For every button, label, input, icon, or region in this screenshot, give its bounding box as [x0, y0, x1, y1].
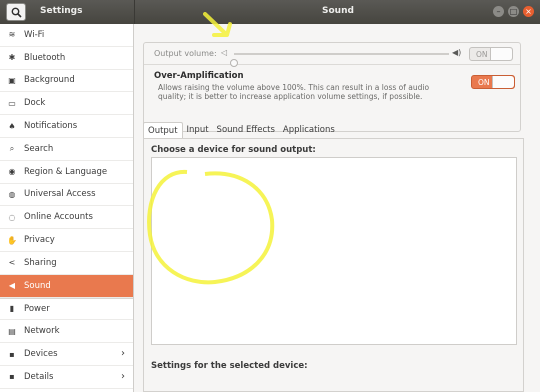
- over-amplification-toggle[interactable]: ON: [471, 75, 515, 89]
- output-tab-content: Choose a device for sound output: Settin…: [143, 138, 524, 392]
- sidebar-item-label: Search: [24, 143, 54, 154]
- sidebar-item-label: Sound: [24, 280, 51, 291]
- dock-icon: ▭: [8, 98, 16, 108]
- toggle-thumb: [490, 48, 512, 60]
- speaker-icon: ◀: [8, 281, 16, 291]
- sidebar-item-privacy[interactable]: ✋ Privacy: [0, 229, 133, 252]
- minimize-button[interactable]: –: [493, 6, 504, 17]
- over-amplification-description: Allows raising the volume above 100%. Th…: [158, 83, 430, 101]
- network-icon: ▤: [8, 326, 16, 336]
- sidebar-item-label: Online Accounts: [24, 212, 93, 223]
- output-volume-row: Output volume: ◁ ◀) ON: [144, 43, 520, 67]
- sidebar-item-sharing[interactable]: < Sharing: [0, 252, 133, 275]
- sidebar-item-dock[interactable]: ▭ Dock: [0, 92, 133, 116]
- sidebar: ≋ Wi-Fi ✱ Bluetooth ▣ Background ▭ Dock ♠ Notific…: [0, 24, 134, 392]
- background-icon: ▣: [8, 75, 16, 85]
- sidebar-item-label: Region & Language: [24, 166, 108, 177]
- sidebar-item-label: Bluetooth: [24, 52, 66, 63]
- universal-access-icon: ◍: [8, 189, 16, 199]
- output-device-list[interactable]: [151, 157, 517, 345]
- sidebar-item-label: Devices: [24, 349, 58, 360]
- sidebar-item-notifications[interactable]: ♠ Notifications: [0, 115, 133, 138]
- sidebar-item-details[interactable]: ▪ Details ›: [0, 366, 133, 389]
- output-mute-toggle[interactable]: ON: [469, 47, 513, 61]
- titlebar-divider: [134, 0, 135, 24]
- privacy-icon: ✋: [7, 235, 17, 245]
- volume-slider-handle[interactable]: [230, 59, 238, 67]
- sidebar-item-label: Wi-Fi: [24, 29, 45, 40]
- volume-panel: Output volume: ◁ ◀) ON Over-Amplificatio…: [143, 42, 521, 132]
- sidebar-item-devices[interactable]: ▪ Devices ›: [0, 343, 133, 366]
- wifi-icon: ≋: [8, 30, 16, 40]
- sidebar-item-label: Notifications: [24, 121, 78, 132]
- choose-device-label: Choose a device for sound output:: [151, 145, 316, 155]
- power-icon: ▮: [9, 304, 15, 314]
- tab-sound-effects[interactable]: Sound Effects: [213, 122, 279, 138]
- sound-panel: Output volume: ◁ ◀) ON Over-Amplificatio…: [135, 24, 540, 392]
- sidebar-item-universal-access[interactable]: ◍ Universal Access: [0, 184, 133, 207]
- sidebar-item-label: Network: [24, 326, 60, 337]
- chevron-right-icon: ›: [121, 370, 125, 382]
- sidebar-item-label: Power: [24, 303, 50, 314]
- sidebar-item-wi-fi[interactable]: ≋ Wi-Fi: [0, 24, 133, 47]
- camera-icon: ◉: [8, 167, 16, 177]
- sidebar-item-label: Sharing: [24, 257, 57, 268]
- details-icon: ▪: [9, 372, 15, 382]
- volume-high-icon: ◀): [452, 48, 462, 57]
- sidebar-item-sound[interactable]: ◀ Sound: [0, 274, 133, 298]
- title-bar: Settings Sound – □ ×: [0, 0, 540, 24]
- sidebar-item-background[interactable]: ▣ Background: [0, 70, 133, 93]
- sound-tabs: Output Input Sound Effects Applications: [143, 122, 339, 138]
- output-volume-label: Output volume:: [154, 49, 217, 58]
- sidebar-item-bluetooth[interactable]: ✱ Bluetooth: [0, 47, 133, 70]
- toggle-thumb: [492, 76, 514, 88]
- sidebar-item-label: Details: [24, 371, 54, 382]
- search-icon: [11, 7, 22, 18]
- bluetooth-icon: ✱: [8, 53, 16, 63]
- toggle-label: ON: [478, 78, 490, 87]
- output-volume-slider[interactable]: [230, 53, 449, 67]
- window-controls: – □ ×: [493, 6, 534, 17]
- tab-input[interactable]: Input: [183, 122, 213, 138]
- search-icon: ⌕: [9, 143, 15, 153]
- bell-icon: ♠: [8, 121, 16, 131]
- sidebar-item-label: Dock: [24, 98, 46, 109]
- volume-low-icon: ◁: [221, 48, 228, 57]
- sidebar-item-power[interactable]: ▮ Power: [0, 297, 133, 321]
- app-title: Settings: [40, 6, 83, 16]
- maximize-button[interactable]: □: [508, 6, 519, 17]
- online-accounts-icon: ◌: [8, 212, 16, 222]
- selected-device-settings-label: Settings for the selected device:: [151, 361, 308, 371]
- search-button[interactable]: [6, 3, 26, 21]
- close-button[interactable]: ×: [523, 6, 534, 17]
- chevron-right-icon: ›: [121, 348, 125, 360]
- sidebar-item-label: Privacy: [24, 235, 55, 246]
- sidebar-item-search[interactable]: ⌕ Search: [0, 138, 133, 161]
- sidebar-item-region-language[interactable]: ◉ Region & Language: [0, 161, 133, 184]
- tab-applications[interactable]: Applications: [279, 122, 339, 138]
- devices-icon: ▪: [9, 349, 15, 359]
- tab-output[interactable]: Output: [143, 122, 183, 138]
- sidebar-item-label: Universal Access: [24, 189, 96, 200]
- sharing-icon: <: [8, 258, 16, 268]
- page-title: Sound: [322, 6, 354, 16]
- sidebar-item-network[interactable]: ▤ Network: [0, 320, 133, 344]
- toggle-label: ON: [476, 50, 488, 59]
- sidebar-item-label: Background: [24, 75, 75, 86]
- over-amplification-title: Over-Amplification: [154, 71, 244, 81]
- sidebar-item-online-accounts[interactable]: ◌ Online Accounts: [0, 206, 133, 230]
